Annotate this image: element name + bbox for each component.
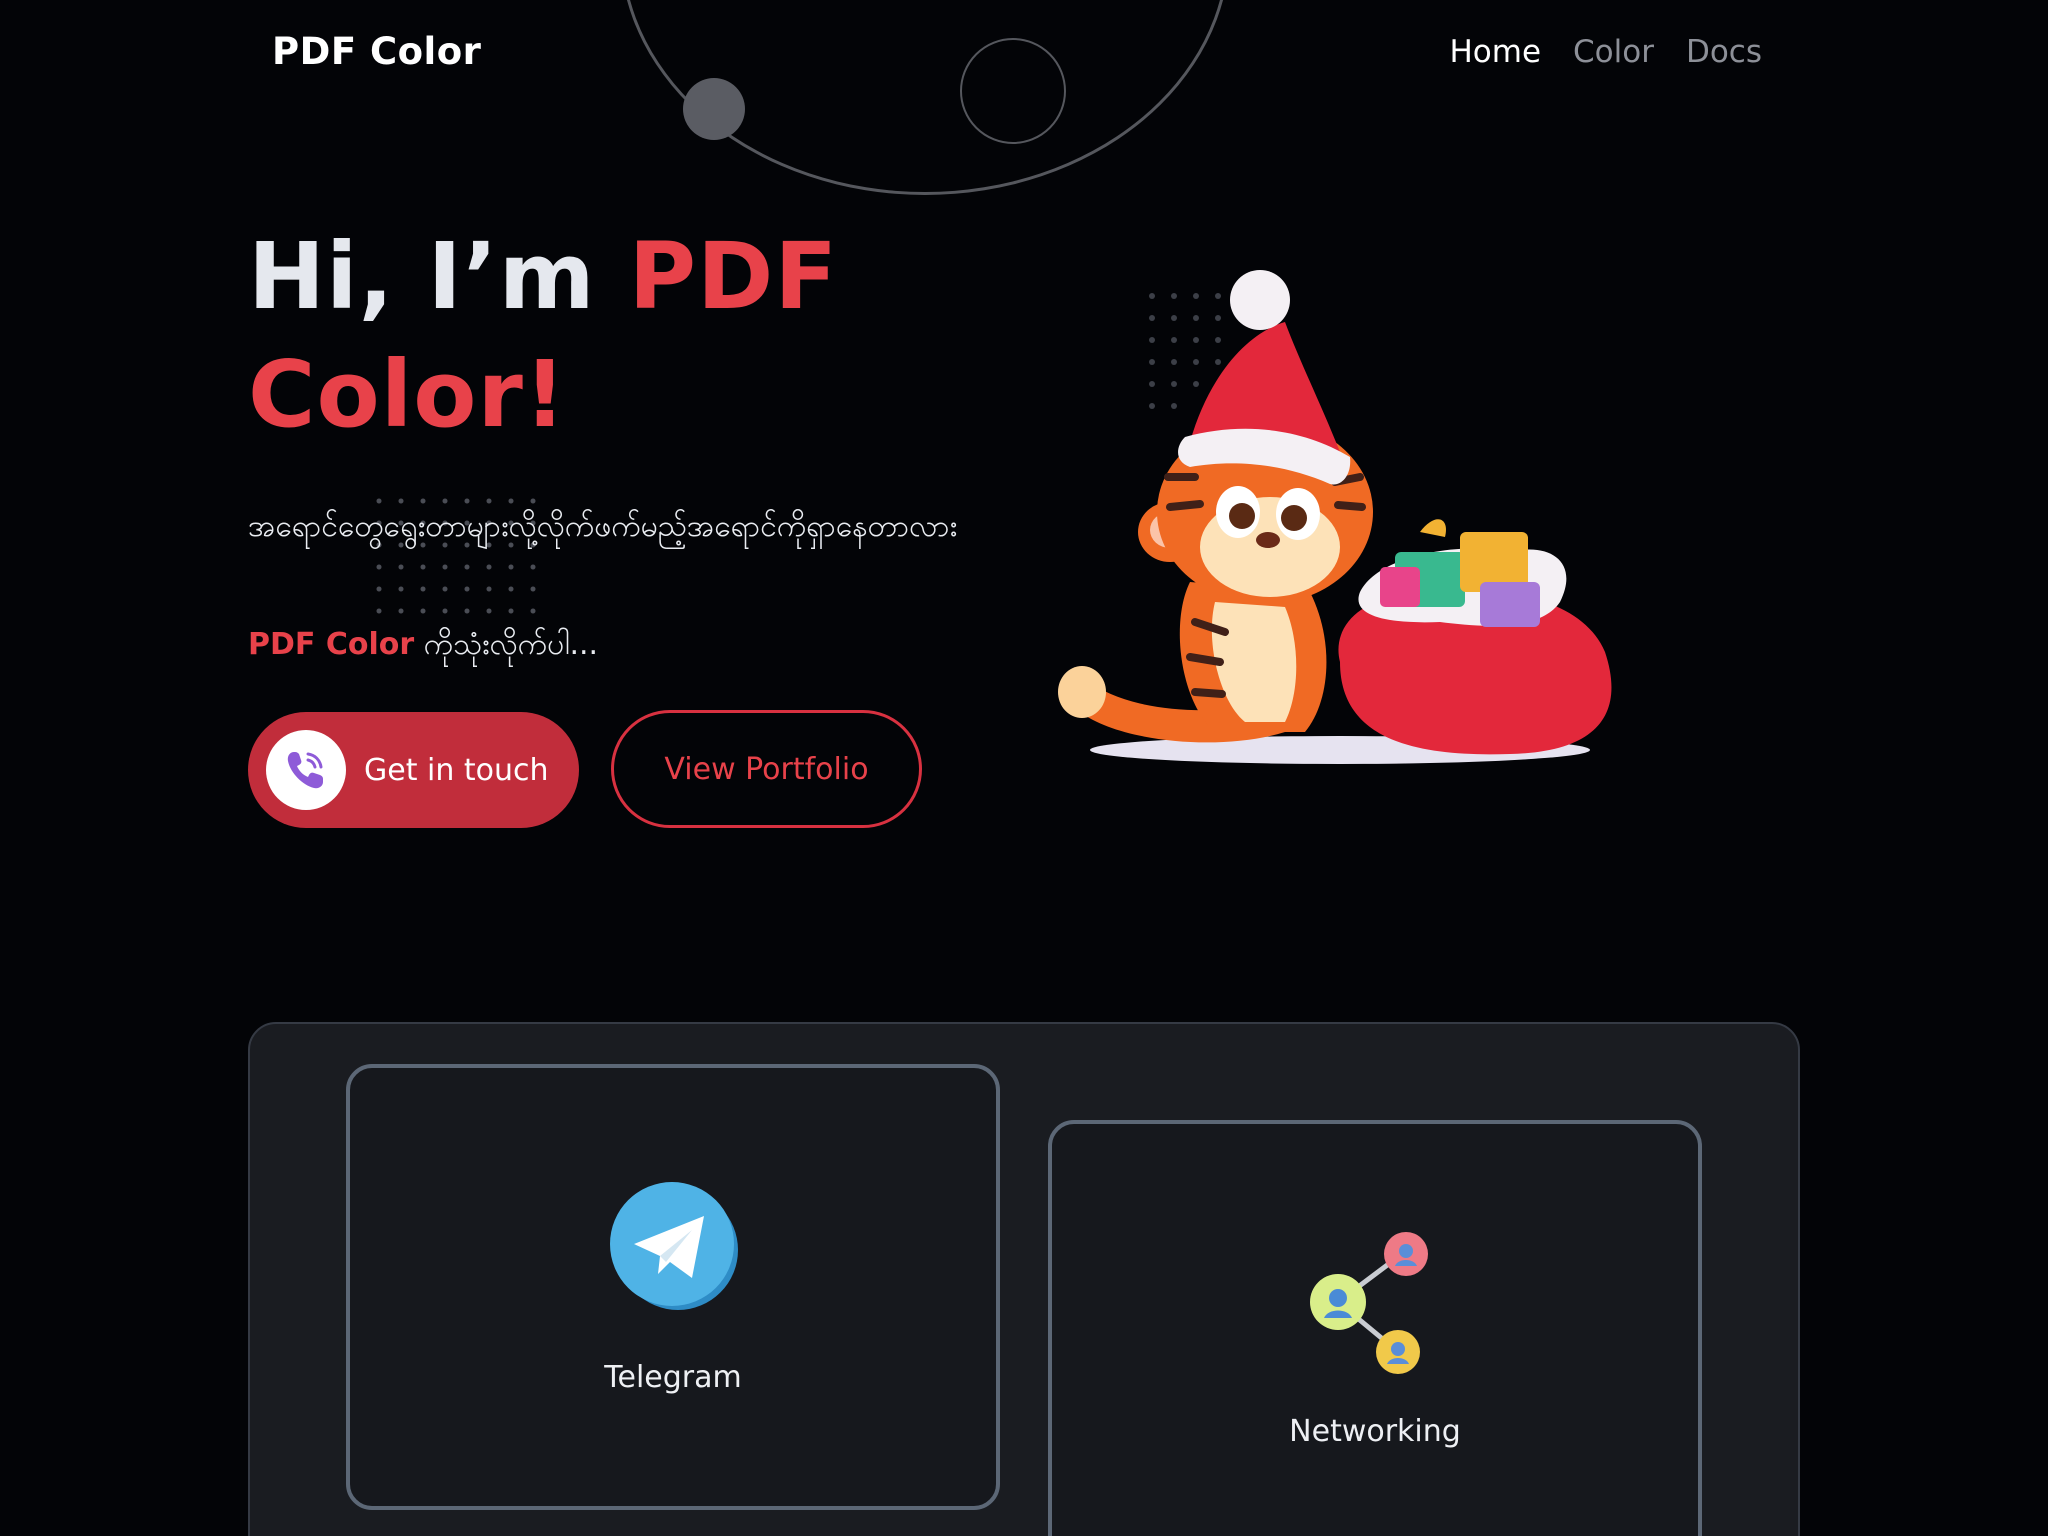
nav-docs[interactable]: Docs — [1686, 34, 1762, 70]
nav-color[interactable]: Color — [1573, 34, 1654, 70]
orbit-dot-decoration — [683, 78, 745, 140]
page: PDF Color Home Color Docs Hi, I’m PDF Co… — [0, 0, 2048, 1536]
nav-home[interactable]: Home — [1449, 34, 1541, 70]
hero-tagline: PDF Color ကိုသုံးလိုက်ပါ... — [248, 620, 598, 670]
tagline-brand: PDF Color — [248, 627, 415, 662]
tagline-text: ကိုသုံးလိုက်ပါ... — [414, 627, 599, 662]
networking-card[interactable]: Networking — [1048, 1120, 1702, 1536]
brand-logo[interactable]: PDF Color — [272, 30, 481, 73]
hero-title-prefix: Hi, I’m — [248, 223, 629, 330]
telegram-card[interactable]: Telegram — [346, 1064, 1000, 1510]
viber-icon — [266, 730, 346, 810]
view-portfolio-button[interactable]: View Portfolio — [611, 710, 922, 828]
hero-title: Hi, I’m PDF Color! — [248, 218, 868, 454]
networking-label: Networking — [1289, 1414, 1461, 1449]
hero-description: အရောင်တွေရွေးတာများလို့လိုက်ဖက်မည့်အရောင… — [248, 509, 958, 544]
main-nav: Home Color Docs — [1449, 34, 1762, 70]
telegram-label: Telegram — [604, 1360, 742, 1395]
tiger-santa-illustration — [1040, 262, 1620, 782]
get-in-touch-label: Get in touch — [364, 752, 549, 788]
telegram-icon — [610, 1182, 738, 1310]
get-in-touch-button[interactable]: Get in touch — [248, 712, 579, 828]
orbit-ring-decoration — [960, 38, 1066, 144]
networking-icon — [1310, 1232, 1428, 1374]
